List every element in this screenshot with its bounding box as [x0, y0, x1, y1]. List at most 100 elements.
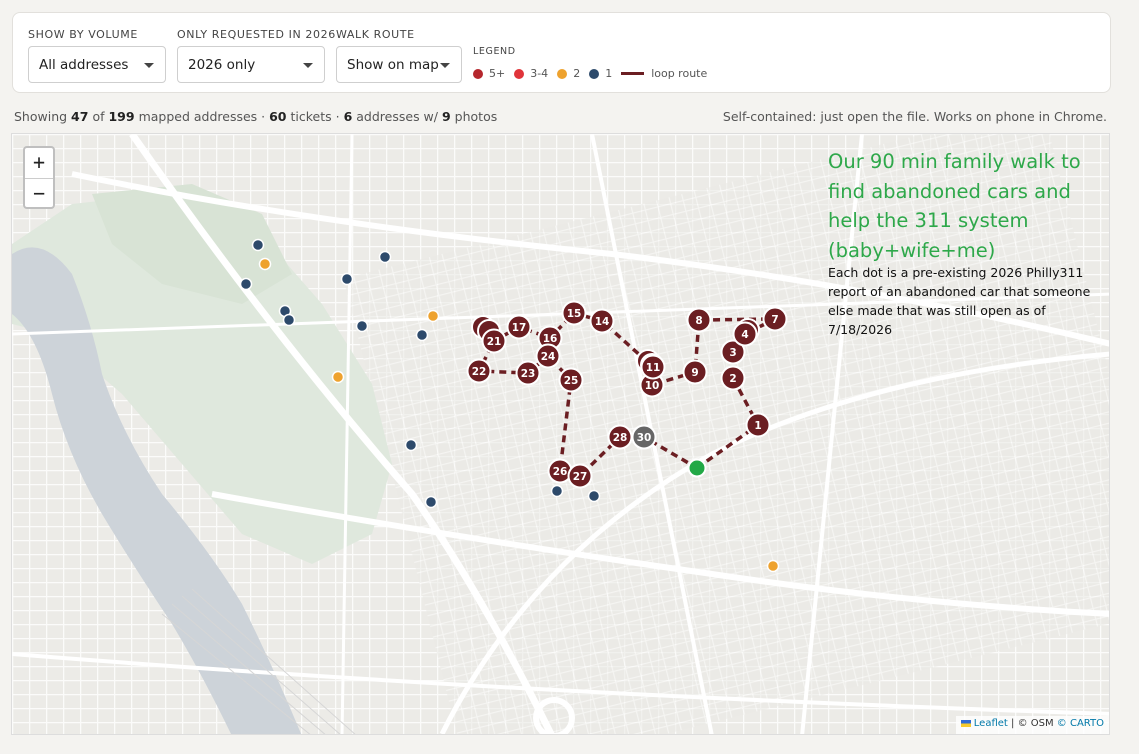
volume-select[interactable]: All addresses [28, 46, 166, 83]
stop-marker-14[interactable]: 14 [589, 308, 615, 334]
stop-number: 27 [573, 471, 588, 483]
stop-marker-27[interactable]: 27 [567, 463, 593, 489]
stop-marker-30[interactable]: 30 [631, 424, 657, 450]
usage-note: Self-contained: just open the file. Work… [722, 109, 1107, 124]
route-label: WALK ROUTE [336, 28, 415, 41]
leaflet-link[interactable]: Leaflet [974, 718, 1008, 729]
map-attribution: Leaflet | © OSM © CARTO [955, 716, 1109, 734]
stats-tickets-label: tickets · [290, 109, 340, 124]
stop-number: 15 [567, 308, 582, 320]
legend-label: 1 [605, 67, 613, 80]
chevron-down-icon [440, 63, 450, 68]
report-marker-1[interactable] [251, 238, 265, 252]
legend-label: 3-4 [530, 67, 549, 80]
stop-marker-24[interactable]: 24 [535, 343, 561, 369]
stop-number: 30 [637, 432, 652, 444]
report-marker-1[interactable] [550, 484, 564, 498]
report-marker-2[interactable] [426, 309, 440, 323]
legend: 5+ 3-4 2 1 loop route [473, 67, 716, 80]
stats-photos-label: photos [454, 109, 498, 124]
stop-marker-8[interactable]: 8 [686, 307, 712, 333]
report-marker-2[interactable] [766, 559, 780, 573]
stop-marker-22[interactable]: 22 [466, 358, 492, 384]
stop-number: 23 [521, 368, 536, 380]
route-line-swatch [621, 72, 645, 75]
report-marker-1[interactable] [239, 277, 253, 291]
legend-label: 2 [573, 67, 581, 80]
legend-item-route: loop route [621, 67, 707, 80]
report-marker-2[interactable] [331, 370, 345, 384]
year-label: ONLY REQUESTED IN 2026 [177, 28, 336, 41]
stop-marker-25[interactable]: 25 [558, 367, 584, 393]
attribution-separator: | [1011, 718, 1015, 729]
stop-marker-11[interactable]: 11 [640, 354, 666, 380]
stop-number: 16 [543, 333, 558, 345]
stop-number: 14 [595, 316, 610, 328]
stop-number: 21 [487, 336, 502, 348]
carto-attribution[interactable]: © CARTO [1057, 718, 1104, 729]
stop-marker-4[interactable]: 4 [732, 321, 758, 347]
stop-number: 1 [754, 420, 761, 432]
report-marker-1[interactable] [587, 489, 601, 503]
route-select[interactable]: Show on map [336, 46, 462, 83]
stats-summary: Showing 47 of 199 mapped addresses · 60 … [14, 109, 497, 124]
year-select-value: 2026 only [188, 57, 256, 73]
stop-number: 26 [553, 466, 568, 478]
stop-marker-17[interactable]: 17 [506, 314, 532, 340]
legend-title: LEGEND [473, 46, 516, 57]
route-start-marker[interactable] [687, 458, 707, 478]
stop-number: 3 [729, 347, 736, 359]
stop-number: 22 [472, 366, 487, 378]
report-marker-2[interactable] [258, 257, 272, 271]
stop-marker-21[interactable]: 21 [481, 328, 507, 354]
volume-select-value: All addresses [39, 57, 129, 73]
legend-label: loop route [651, 67, 708, 80]
report-marker-1[interactable] [378, 250, 392, 264]
chevron-down-icon [303, 63, 313, 68]
stop-marker-23[interactable]: 23 [515, 360, 541, 386]
stats-photos-mid: addresses w/ [356, 109, 438, 124]
zoom-in-button[interactable]: + [25, 148, 53, 178]
stop-number: 9 [691, 367, 698, 379]
report-marker-1[interactable] [340, 272, 354, 286]
legend-dot [589, 68, 600, 79]
filter-panel: SHOW BY VOLUME All addresses ONLY REQUES… [12, 12, 1111, 93]
stop-number: 2 [729, 373, 736, 385]
legend-item-5plus: 5+ [473, 67, 505, 80]
stop-marker-2[interactable]: 2 [720, 365, 746, 391]
stop-marker-15[interactable]: 15 [561, 300, 587, 326]
volume-label: SHOW BY VOLUME [28, 28, 138, 41]
stop-marker-7[interactable]: 7 [762, 306, 788, 332]
stop-number: 4 [741, 329, 748, 341]
stop-marker-9[interactable]: 9 [682, 359, 708, 385]
legend-dot [514, 68, 525, 79]
stop-marker-1[interactable]: 1 [745, 412, 771, 438]
legend-dot [473, 68, 483, 79]
stats-mapped: mapped addresses · [138, 109, 266, 124]
osm-attribution[interactable]: © OSM [1018, 718, 1054, 729]
legend-item-3-4: 3-4 [514, 67, 548, 80]
stop-number: 7 [771, 314, 778, 326]
stop-number: 17 [512, 322, 527, 334]
report-marker-1[interactable] [424, 495, 438, 509]
stats-total: 199 [108, 109, 135, 124]
legend-dot [557, 68, 568, 79]
year-select[interactable]: 2026 only [177, 46, 325, 83]
report-marker-1[interactable] [415, 328, 429, 342]
stop-number: 10 [645, 380, 660, 392]
stats-prefix: Showing [14, 109, 68, 124]
stats-photo-addresses: 6 [343, 109, 353, 124]
report-marker-1[interactable] [404, 438, 418, 452]
map[interactable]: 1 2 3 4 7 8 9 10 11 14 15 16 17 21 22 23 24 25 26 27 28 30 + … [11, 133, 1110, 735]
stop-number: 25 [564, 375, 579, 387]
chevron-down-icon [144, 63, 154, 68]
report-marker-1[interactable] [355, 319, 369, 333]
legend-item-1: 1 [589, 67, 612, 80]
report-marker-1[interactable] [282, 313, 296, 327]
zoom-control: + − [23, 146, 55, 209]
zoom-out-button[interactable]: − [25, 177, 53, 208]
stop-marker-28[interactable]: 28 [607, 424, 633, 450]
stats-tickets: 60 [269, 109, 287, 124]
walk-description: Each dot is a pre-existing 2026 Philly31… [828, 265, 1091, 337]
stats-photos: 9 [441, 109, 451, 124]
